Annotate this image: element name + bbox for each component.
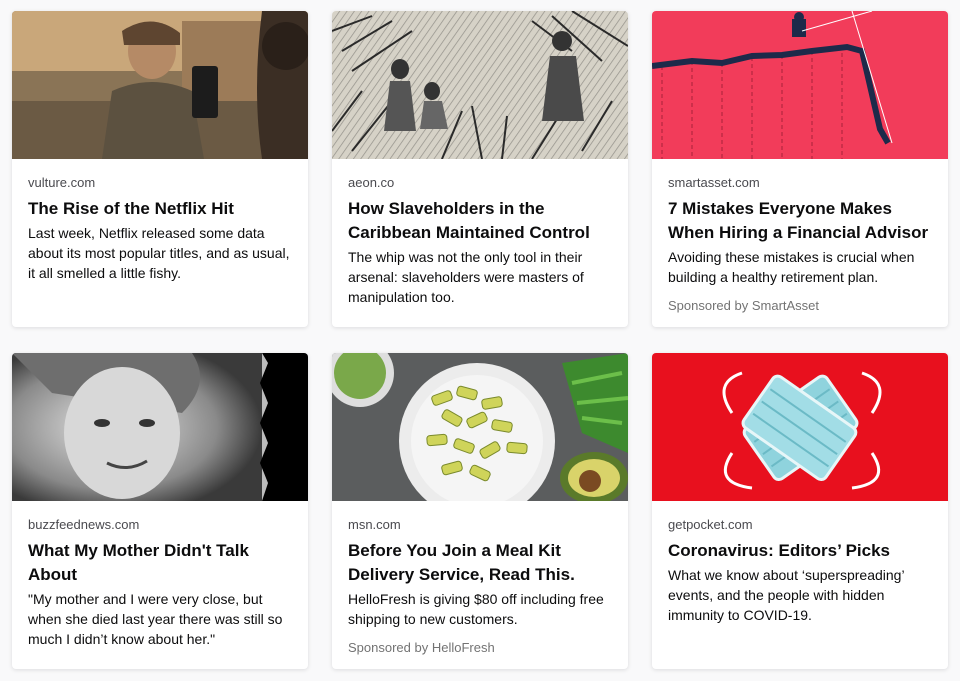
story-source: vulture.com	[28, 175, 96, 190]
story-title[interactable]: Coronavirus: Editors’ Picks	[668, 539, 932, 563]
story-thumbnail	[332, 353, 628, 501]
story-thumbnail	[652, 353, 948, 501]
story-card-vulture[interactable]: vulture.com The Rise of the Netflix Hit …	[12, 11, 308, 327]
story-card-getpocket[interactable]: getpocket.com Coronavirus: Editors’ Pick…	[652, 353, 948, 669]
story-source: buzzfeednews.com	[28, 517, 140, 532]
story-card-buzzfeednews[interactable]: buzzfeednews.com What My Mother Didn't T…	[12, 353, 308, 669]
story-excerpt: Avoiding these mistakes is crucial when …	[668, 249, 915, 285]
story-thumbnail	[332, 11, 628, 159]
story-source: aeon.co	[348, 175, 395, 190]
story-card-smartasset[interactable]: smartasset.com 7 Mistakes Everyone Makes…	[652, 11, 948, 327]
story-excerpt: Last week, Netflix released some data ab…	[28, 225, 290, 281]
story-source: smartasset.com	[668, 175, 760, 190]
story-excerpt: "My mother and I were very close, but wh…	[28, 591, 283, 647]
story-source: msn.com	[348, 517, 401, 532]
story-thumbnail	[12, 353, 308, 501]
sponsored-label: Sponsored by HelloFresh	[348, 640, 495, 655]
sponsored-label: Sponsored by SmartAsset	[668, 298, 820, 313]
story-thumbnail	[12, 11, 308, 159]
story-excerpt: What we know about ‘superspreading’ even…	[668, 567, 905, 623]
story-title[interactable]: How Slaveholders in the Caribbean Mainta…	[348, 197, 612, 245]
story-title[interactable]: The Rise of the Netflix Hit	[28, 197, 292, 221]
story-card-msn[interactable]: msn.com Before You Join a Meal Kit Deliv…	[332, 353, 628, 669]
story-excerpt: The whip was not the only tool in their …	[348, 249, 584, 305]
story-title[interactable]: 7 Mistakes Everyone Makes When Hiring a …	[668, 197, 932, 245]
story-title[interactable]: Before You Join a Meal Kit Delivery Serv…	[348, 539, 612, 587]
story-thumbnail	[652, 11, 948, 159]
story-card-aeon[interactable]: aeon.co How Slaveholders in the Caribbea…	[332, 11, 628, 327]
story-source: getpocket.com	[668, 517, 753, 532]
story-title[interactable]: What My Mother Didn't Talk About	[28, 539, 292, 587]
story-excerpt: HelloFresh is giving $80 off including f…	[348, 591, 604, 627]
